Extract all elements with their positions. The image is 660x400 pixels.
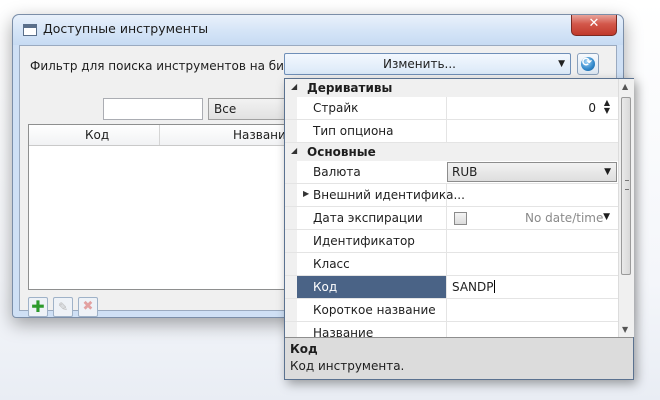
row-gutter <box>285 161 297 183</box>
row-gutter <box>285 120 297 142</box>
row-divider <box>446 253 447 275</box>
category-derivatives[interactable]: ◢ Деривативы <box>285 79 618 97</box>
row-gutter <box>285 207 297 229</box>
window-title: Доступные инструменты <box>43 21 209 36</box>
spinner-arrows-icon[interactable]: ▲ ▼ <box>604 99 610 115</box>
row-gutter <box>285 184 297 206</box>
category-main[interactable]: ◢ Основные <box>285 143 618 161</box>
row-divider <box>446 207 447 229</box>
row-gutter <box>285 276 297 298</box>
property-row-identifier[interactable]: Идентификатор <box>285 230 618 253</box>
property-label: Название <box>313 326 374 337</box>
filter-property-popup: ◢ Деривативы Страйк 0 ▲ ▼ Тип опциона ◢ О… <box>284 78 634 380</box>
row-divider <box>446 299 447 321</box>
description-title: Код <box>290 342 318 356</box>
filter-label: Фильтр для поиска инструментов на бирже: <box>30 59 314 73</box>
plus-icon: ✚ <box>31 297 45 316</box>
category-label: Основные <box>307 145 376 159</box>
search-input[interactable] <box>103 98 203 120</box>
property-row-expiry[interactable]: Дата экспирации No date/time ▼ <box>285 207 618 230</box>
collapse-triangle-icon[interactable]: ◢ <box>291 146 297 155</box>
row-gutter <box>285 230 297 252</box>
row-divider <box>446 120 447 142</box>
property-row-class[interactable]: Класс <box>285 253 618 276</box>
property-label: Класс <box>313 257 350 271</box>
scroll-up-icon[interactable]: ▲ <box>622 82 628 91</box>
property-row-short-name[interactable]: Короткое название <box>285 299 618 322</box>
chevron-down-icon[interactable]: ▼ <box>603 212 610 222</box>
property-row-currency[interactable]: Валюта RUB ▼ <box>285 161 618 184</box>
property-row-external-id[interactable]: ▶ Внешний идентифика... <box>285 184 618 207</box>
filter-change-label: Изменить... <box>383 57 456 71</box>
expiry-date-placeholder[interactable]: No date/time <box>525 211 603 225</box>
scrollbar-thumb[interactable] <box>621 97 631 275</box>
category-label: Деривативы <box>307 81 393 95</box>
chevron-down-icon: ▼ <box>604 167 611 177</box>
property-label: Код <box>313 280 338 294</box>
grip-icon <box>625 180 629 190</box>
property-label: Дата экспирации <box>313 211 423 225</box>
instruments-table[interactable]: Код Название <box>28 124 298 290</box>
vertical-scrollbar[interactable]: ▲ ▼ <box>618 79 634 337</box>
column-header-code[interactable]: Код <box>85 128 109 142</box>
strike-value[interactable]: 0 <box>588 101 596 115</box>
currency-select[interactable]: RUB ▼ <box>447 162 617 182</box>
property-label: Страйк <box>313 101 359 115</box>
delete-button[interactable]: ✖ <box>78 297 98 317</box>
expand-arrow-icon[interactable]: ▶ <box>303 189 309 198</box>
property-label: Короткое название <box>313 303 436 317</box>
property-row-name[interactable]: Название <box>285 322 618 337</box>
chevron-down-icon: ▼ <box>558 59 565 69</box>
code-value: SANDP <box>452 280 494 294</box>
expiry-checkbox[interactable] <box>454 212 467 225</box>
row-divider <box>446 276 447 298</box>
add-button[interactable]: ✚ <box>28 297 48 317</box>
collapse-triangle-icon[interactable]: ◢ <box>291 82 297 91</box>
scroll-down-icon[interactable]: ▼ <box>622 325 628 334</box>
table-header: Код Название <box>29 125 297 146</box>
property-label: Тип опциона <box>313 124 394 138</box>
column-divider[interactable] <box>159 125 160 145</box>
currency-value: RUB <box>452 165 478 179</box>
row-divider <box>446 322 447 337</box>
property-row-code[interactable]: Код SANDP <box>285 276 618 299</box>
property-row-option-type[interactable]: Тип опциона <box>285 120 618 143</box>
row-divider <box>446 230 447 252</box>
window-icon <box>23 24 37 36</box>
property-grid: ◢ Деривативы Страйк 0 ▲ ▼ Тип опциона ◢ О… <box>285 79 618 337</box>
property-label: Идентификатор <box>313 234 415 248</box>
refresh-icon <box>581 55 595 71</box>
description-text: Код инструмента. <box>290 359 405 373</box>
description-panel: Код Код инструмента. <box>285 337 633 379</box>
close-button[interactable]: ✕ <box>571 15 617 36</box>
title-bar[interactable]: Доступные инструменты ✕ <box>13 15 623 45</box>
row-gutter <box>285 97 297 119</box>
row-gutter <box>285 322 297 337</box>
edit-button[interactable]: ✎ <box>53 297 73 317</box>
code-input[interactable]: SANDP <box>452 280 495 294</box>
row-gutter <box>285 253 297 275</box>
property-row-strike[interactable]: Страйк 0 ▲ ▼ <box>285 97 618 120</box>
row-divider <box>446 97 447 119</box>
refresh-button[interactable] <box>577 53 599 75</box>
row-gutter <box>285 299 297 321</box>
property-label: Валюта <box>313 165 361 179</box>
text-caret <box>493 280 495 293</box>
row-divider <box>446 184 447 206</box>
filter-change-button[interactable]: Изменить... ▼ <box>284 53 571 75</box>
delete-icon: ✖ <box>82 299 94 314</box>
property-label: Внешний идентифика... <box>313 188 465 202</box>
edit-icon: ✎ <box>57 300 69 314</box>
